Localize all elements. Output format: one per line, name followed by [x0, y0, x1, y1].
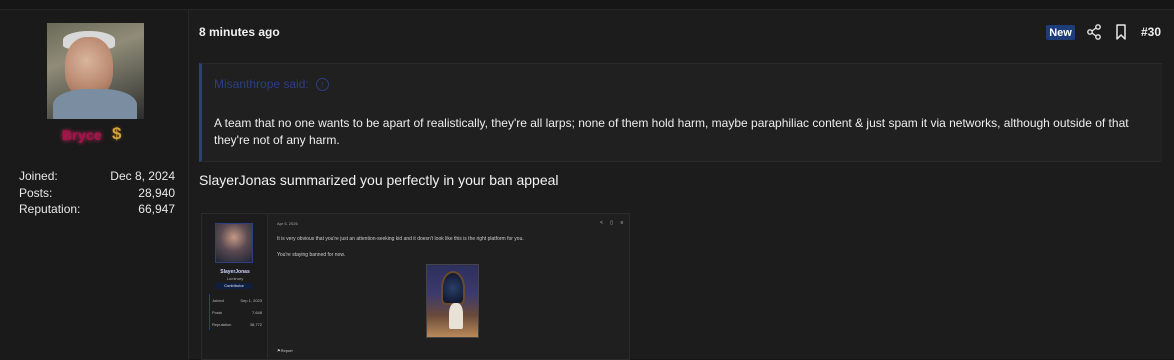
screenshot-stat-label: Posts	[212, 309, 223, 315]
screenshot-stat-label: Reputation	[212, 321, 232, 327]
post-main: 8 minutes ago New #30 Misanthrope said: …	[190, 10, 1174, 360]
post-body: SlayerJonas summarized you perfectly in …	[199, 172, 559, 188]
quote-text: A team that no one wants to be apart of …	[214, 116, 1129, 147]
stat-reputation: Reputation: 66,947	[19, 202, 175, 219]
screenshot-banner: Contributor	[216, 283, 252, 289]
stat-label: Reputation:	[19, 202, 81, 216]
stat-joined: Joined: Dec 8, 2024	[19, 169, 175, 186]
stat-value: Dec 8, 2024	[110, 169, 175, 183]
screenshot-username: SlayerJonas	[220, 269, 250, 275]
screenshot-role: Luminary	[226, 276, 244, 281]
avatar-body	[53, 89, 137, 119]
screenshot-report-label: Report	[280, 348, 293, 353]
post-author-panel: Bryce $ Joined: Dec 8, 2024 Posts: 28,94…	[0, 10, 189, 360]
embedded-image-mirror	[441, 271, 465, 305]
screenshot-date: Apr 5, 2026	[277, 221, 298, 226]
screenshot-text-line: You're staying banned for now.	[277, 252, 346, 258]
screenshot-avatar	[215, 223, 253, 263]
screenshot-embedded-image	[426, 264, 479, 338]
forum-post: Bryce $ Joined: Dec 8, 2024 Posts: 28,94…	[0, 9, 1174, 360]
screenshot-stat-value: Sep 1, 2023	[240, 297, 262, 303]
stat-value: 28,940	[138, 185, 175, 200]
author-stats: Joined: Dec 8, 2024 Posts: 28,940 Reputa…	[19, 169, 175, 219]
stat-value: 66,947	[138, 202, 175, 216]
avatar-face	[65, 37, 113, 97]
share-icon[interactable]	[1087, 24, 1101, 40]
jump-to-quote-icon[interactable]: ↑	[315, 77, 329, 91]
screenshot-stat-label: Joined	[212, 297, 224, 303]
quote-block: Misanthrope said: ↑ A team that no one w…	[199, 63, 1162, 162]
embedded-image-figure	[449, 303, 463, 329]
new-badge: New	[1046, 25, 1075, 40]
screenshot-report-link: ⚑Report	[277, 348, 293, 353]
screenshot-stat-row: Reputation 38,772	[212, 318, 262, 330]
screenshot-stat-value: 7,648	[251, 309, 262, 315]
attached-screenshot[interactable]: SlayerJonas Luminary Contributor Joined S…	[201, 213, 630, 360]
avatar[interactable]	[47, 23, 144, 119]
dollar-sign-icon: $	[112, 124, 122, 143]
post-timestamp[interactable]: 8 minutes ago	[199, 25, 280, 39]
bookmark-icon[interactable]	[1115, 24, 1127, 40]
quote-author[interactable]: Misanthrope said:	[214, 77, 309, 91]
stat-label: Posts:	[19, 185, 53, 200]
screenshot-author-panel: SlayerJonas Luminary Contributor Joined S…	[202, 214, 268, 359]
screenshot-action-icons: < ▯ ≡	[600, 220, 627, 226]
stat-posts: Posts: 28,940	[19, 186, 175, 203]
screenshot-stat-value: 38,772	[249, 321, 262, 327]
post-number-link[interactable]: #30	[1141, 25, 1161, 39]
screenshot-stat-row: Posts 7,648	[212, 306, 262, 318]
stat-label: Joined:	[19, 169, 58, 183]
screenshot-text-line: It is very obvious that you're just an a…	[277, 236, 524, 242]
quote-header[interactable]: Misanthrope said: ↑	[214, 77, 329, 91]
screenshot-stats: Joined Sep 1, 2023 Posts 7,648 Reputation 3…	[209, 294, 262, 330]
username[interactable]: Bryce	[62, 127, 102, 143]
screenshot-stat-row: Joined Sep 1, 2023	[212, 294, 262, 306]
